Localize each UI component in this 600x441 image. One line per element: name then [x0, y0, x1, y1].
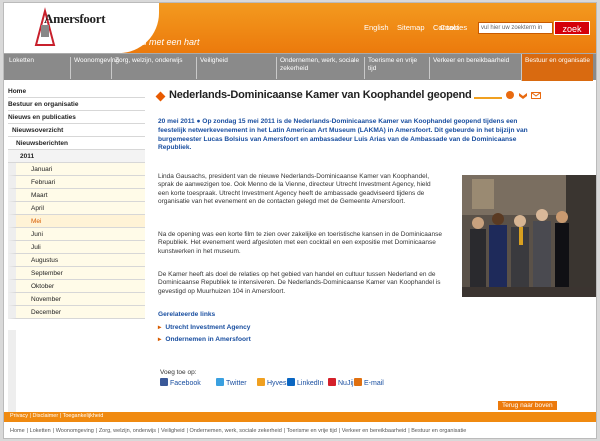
related-link-label[interactable]: Ondernemen in Amersfoort [165, 336, 251, 343]
footer-nav-item[interactable]: Zorg, welzijn, onderwijs [99, 428, 156, 434]
twitter-icon [216, 378, 224, 386]
print-icon[interactable] [518, 91, 528, 100]
sidebar-month[interactable]: November [8, 293, 145, 306]
link-english[interactable]: English [364, 23, 389, 32]
nav-veiligheid[interactable]: Veiligheid [196, 57, 274, 79]
footer-link-toegankelijkheid[interactable]: Toegankelijkheid [63, 413, 104, 419]
article-header: Nederlands-Dominicaanse Kamer van Koopha… [154, 87, 546, 107]
footer-link-privacy[interactable]: Privacy [10, 413, 28, 419]
share-linkedin[interactable]: LinkedIn [287, 378, 323, 387]
footer-links: Privacy | Disclaimer | Toegankelijkheid [10, 413, 104, 419]
article-paragraph: Linda Gausachs, president van de nieuwe … [158, 173, 431, 206]
sidebar-month[interactable]: September [8, 267, 145, 280]
nav-loketten[interactable]: Loketten [6, 57, 66, 79]
sidebar-item-nieuwsoverzicht[interactable]: Nieuwsoverzicht [8, 124, 145, 137]
footer-nav-item[interactable]: Veiligheid [161, 428, 185, 434]
footer-link-disclaimer[interactable]: Disclaimer [33, 413, 59, 419]
sidebar-month[interactable]: December [8, 306, 145, 319]
footer-nav-item[interactable]: Woonomgeving [56, 428, 94, 434]
site-header: Amersfoort Stad met een hart English Sit… [4, 3, 596, 53]
related-link-label[interactable]: Utrecht Investment Agency [165, 324, 250, 331]
share-twitter[interactable]: Twitter [216, 378, 247, 387]
footer-nav-item[interactable]: Toerisme en vrije tijd [287, 428, 337, 434]
footer-nav-item[interactable]: Verkeer en bereikbaarheid [342, 428, 407, 434]
title-bullet-icon [155, 91, 166, 102]
share-linkedin-label[interactable]: LinkedIn [297, 380, 323, 387]
sidebar-item-bestuur[interactable]: Bestuur en organisatie [8, 98, 145, 111]
share-hyves[interactable]: Hyves [257, 378, 286, 387]
sidebar-month-selected[interactable]: Mei [8, 215, 145, 228]
share-label: Voeg toe op: [160, 369, 197, 376]
main-nav: Loketten Woonomgeving Zorg, welzijn, ond… [4, 53, 596, 81]
footer-nav-item[interactable]: Loketten [30, 428, 51, 434]
nav-ondernemen[interactable]: Ondernemen, werk, sociale zekerheid [276, 57, 362, 79]
sidebar-month[interactable]: Februari [8, 176, 145, 189]
arrow-right-icon: ▸ [158, 324, 162, 331]
hyves-icon [257, 378, 265, 386]
link-sitemap[interactable]: Sitemap [397, 23, 425, 32]
sidebar-month[interactable]: Oktober [8, 280, 145, 293]
footer-nav-item[interactable]: Ondernemen, werk, sociale zekerheid [189, 428, 281, 434]
sidebar-month[interactable]: April [8, 202, 145, 215]
footer-nav-item[interactable]: Home [10, 428, 25, 434]
article-paragraph: Na de opening was een korte film te zien… [158, 231, 442, 255]
footer-nav-item[interactable]: Bestuur en organisatie [411, 428, 466, 434]
nav-zorg[interactable]: Zorg, welzijn, onderwijs [111, 57, 195, 79]
speech-bubble-icon[interactable] [505, 91, 515, 100]
search-button[interactable]: zoek [554, 21, 590, 35]
article-intro: 20 mei 2011 ● Op zondag 15 mei 2011 is d… [158, 118, 528, 152]
related-link-ondernemen[interactable]: ▸ Ondernemen in Amersfoort [158, 335, 251, 343]
footer-nav: Home | Loketten | Woonomgeving | Zorg, welz… [4, 424, 596, 438]
browser-page: Amersfoort Stad met een hart English Sit… [3, 2, 597, 439]
share-email-label[interactable]: E-mail [364, 380, 384, 387]
sidebar-month[interactable]: Augustus [8, 254, 145, 267]
linkedin-icon [287, 378, 295, 386]
article-paragraph: De Kamer heeft als doel de relaties op h… [158, 271, 441, 295]
sidebar-item-home[interactable]: Home [8, 85, 145, 98]
sidebar-item-nieuwsberichten[interactable]: Nieuwsberichten [8, 137, 145, 150]
sidebar-month[interactable]: Maart [8, 189, 145, 202]
sidebar-month[interactable]: Juni [8, 228, 145, 241]
share-nujij-label[interactable]: NuJij [338, 380, 354, 387]
sidebar-month[interactable]: Juli [8, 241, 145, 254]
related-link-uia[interactable]: ▸ Utrecht Investment Agency [158, 323, 250, 331]
search-input[interactable]: vul hier uw zoekterm in [478, 22, 553, 34]
title-divider [474, 97, 502, 99]
article-photo [462, 175, 596, 297]
share-twitter-label[interactable]: Twitter [226, 380, 247, 387]
article: Nederlands-Dominicaanse Kamer van Koopha… [154, 87, 596, 387]
logo-text[interactable]: Amersfoort [44, 11, 106, 27]
related-links-title: Gerelateerde links [158, 311, 216, 318]
sidebar-spacer [8, 330, 16, 415]
back-to-top-link[interactable]: Terug naar boven [498, 401, 557, 410]
mail-icon[interactable] [531, 91, 541, 100]
sidebar-item-2011[interactable]: 2011 [8, 150, 145, 163]
share-hyves-label[interactable]: Hyves [267, 380, 286, 387]
share-email[interactable]: E-mail [354, 378, 384, 387]
sidebar-month[interactable]: Januari [8, 163, 145, 176]
facebook-icon [160, 378, 168, 386]
tagline: Stad met een hart [128, 37, 200, 47]
nav-woonomgeving[interactable]: Woonomgeving [70, 57, 119, 79]
nav-verkeer[interactable]: Verkeer en bereikbaarheid [429, 57, 519, 79]
link-cookies[interactable]: Cookies [440, 23, 467, 32]
share-nujij[interactable]: NuJij [328, 378, 354, 387]
sidebar-item-nieuws[interactable]: Nieuws en publicaties [8, 111, 145, 124]
email-icon [354, 378, 362, 386]
page-title: Nederlands-Dominicaanse Kamer van Koopha… [169, 89, 472, 101]
share-facebook-label[interactable]: Facebook [170, 380, 201, 387]
nujij-icon [328, 378, 336, 386]
sidebar: Home Bestuur en organisatie Nieuws en pu… [8, 85, 145, 420]
nav-toerisme[interactable]: Toerisme en vrije tijd [364, 57, 426, 79]
nav-bestuur[interactable]: Bestuur en organisatie [521, 54, 593, 81]
arrow-right-icon: ▸ [158, 336, 162, 343]
share-facebook[interactable]: Facebook [160, 378, 201, 387]
